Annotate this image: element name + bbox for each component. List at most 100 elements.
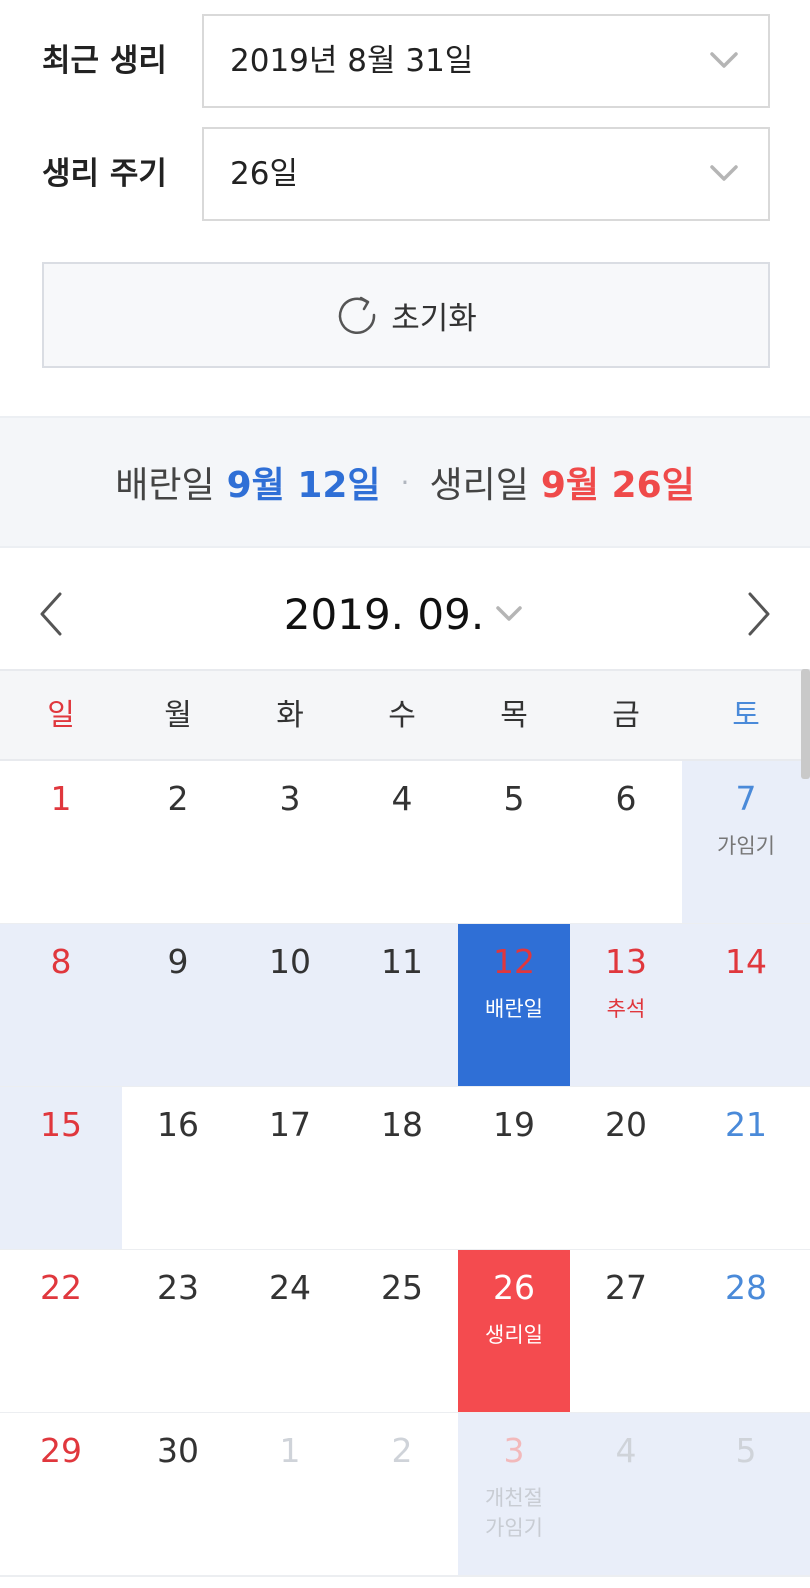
calendar-day-cell[interactable]: 5 xyxy=(458,761,570,925)
calendar-day-cell[interactable]: 3 개천절 가임기 xyxy=(458,1413,570,1577)
cycle-row: 생리 주기 26일 xyxy=(0,127,810,221)
day-number: 3 xyxy=(503,1431,525,1470)
day-number: 11 xyxy=(381,942,423,981)
day-event-label: 개천절 가임기 xyxy=(485,1486,543,1540)
calendar-day-cell[interactable]: 15 xyxy=(0,1087,122,1251)
day-number: 27 xyxy=(605,1268,647,1307)
calendar-day-cell[interactable]: 2 xyxy=(122,761,234,925)
reset-button[interactable]: 초기화 xyxy=(42,262,770,368)
ovulation-label: 배란일 xyxy=(115,465,215,506)
prediction-summary: 배란일 9월 12일 · 생리일 9월 26일 xyxy=(0,416,810,548)
day-event-label: 생리일 xyxy=(485,1323,543,1347)
calendar-day-cell[interactable]: 4 xyxy=(346,761,458,925)
day-number: 23 xyxy=(157,1268,199,1307)
calendar-day-cell[interactable]: 26 생리일 xyxy=(458,1250,570,1414)
day-number: 2 xyxy=(391,1431,413,1470)
day-number: 25 xyxy=(381,1268,423,1307)
day-number: 14 xyxy=(725,942,767,981)
calendar-day-cell[interactable]: 23 xyxy=(122,1250,234,1414)
day-number: 9 xyxy=(167,942,189,981)
calendar-day-cell[interactable]: 14 xyxy=(682,924,810,1088)
day-number: 29 xyxy=(40,1431,82,1470)
reset-button-content: 초기화 xyxy=(44,264,768,366)
day-number: 26 xyxy=(493,1268,535,1307)
calendar-day-cell[interactable]: 4 xyxy=(570,1413,682,1577)
calendar-grid: 1 2 3 4 5 6 7 가임기 8 9 10 11 12 배란일 13 추석 14 15 16 17 18 19 20 2… xyxy=(0,761,810,1588)
cycle-select[interactable]: 26일 xyxy=(202,127,770,221)
period-date: 9월 26일 xyxy=(540,465,695,506)
day-number: 13 xyxy=(605,942,647,981)
calendar-day-cell[interactable]: 1 xyxy=(0,761,122,925)
calendar-day-cell[interactable]: 22 xyxy=(0,1250,122,1414)
weekday-label: 월 xyxy=(164,698,192,733)
month-selector[interactable]: 2019. 09. xyxy=(0,560,810,668)
cycle-label: 생리 주기 xyxy=(42,156,167,192)
calendar-day-cell[interactable]: 13 추석 xyxy=(570,924,682,1088)
calendar-day-cell[interactable]: 2 xyxy=(346,1413,458,1577)
calendar-day-cell[interactable]: 19 xyxy=(458,1087,570,1251)
calendar-day-cell[interactable]: 29 xyxy=(0,1413,122,1577)
calendar-day-cell[interactable]: 3 xyxy=(234,761,346,925)
day-number: 10 xyxy=(269,942,311,981)
recent-period-select[interactable]: 2019년 8월 31일 xyxy=(202,14,770,108)
day-number: 28 xyxy=(725,1268,767,1307)
day-number: 20 xyxy=(605,1105,647,1144)
weekday-label: 일 xyxy=(47,698,75,733)
summary-separator: · xyxy=(400,465,410,499)
day-number: 22 xyxy=(40,1268,82,1307)
day-event-label: 가임기 xyxy=(717,834,775,858)
calendar-day-cell[interactable]: 17 xyxy=(234,1087,346,1251)
calendar-day-cell[interactable]: 12 배란일 xyxy=(458,924,570,1088)
calendar-day-cell[interactable]: 30 xyxy=(122,1413,234,1577)
scrollbar[interactable] xyxy=(801,669,810,779)
weekday-label: 금 xyxy=(612,698,640,733)
day-number: 19 xyxy=(493,1105,535,1144)
calendar-day-cell[interactable]: 1 xyxy=(234,1413,346,1577)
chevron-down-icon xyxy=(710,165,738,181)
calendar-day-cell[interactable]: 5 xyxy=(682,1413,810,1577)
ovulation-date: 9월 12일 xyxy=(226,465,381,506)
day-number: 4 xyxy=(615,1431,637,1470)
calendar-day-cell[interactable]: 27 xyxy=(570,1250,682,1414)
weekday-label: 토 xyxy=(732,698,760,733)
calendar-day-cell[interactable]: 9 xyxy=(122,924,234,1088)
calendar-day-cell[interactable]: 10 xyxy=(234,924,346,1088)
calendar-day-cell[interactable]: 11 xyxy=(346,924,458,1088)
calendar-day-cell[interactable]: 16 xyxy=(122,1087,234,1251)
day-event-label: 배란일 xyxy=(485,997,543,1021)
chevron-down-icon xyxy=(710,52,738,68)
weekday-label: 목 xyxy=(500,698,528,733)
day-number: 7 xyxy=(735,779,757,818)
day-number: 16 xyxy=(157,1105,199,1144)
calendar-day-cell[interactable]: 8 xyxy=(0,924,122,1088)
cycle-value: 26일 xyxy=(230,156,298,192)
calendar-day-cell[interactable]: 7 가임기 xyxy=(682,761,810,925)
next-month-icon[interactable] xyxy=(736,588,780,640)
calendar-day-cell[interactable]: 21 xyxy=(682,1087,810,1251)
calendar-day-cell[interactable]: 28 xyxy=(682,1250,810,1414)
calendar-day-cell[interactable]: 6 xyxy=(570,761,682,925)
calendar-day-cell[interactable]: 20 xyxy=(570,1087,682,1251)
weekday-label: 화 xyxy=(276,698,304,733)
day-number: 1 xyxy=(279,1431,301,1470)
weekday-label: 수 xyxy=(388,698,416,733)
refresh-icon xyxy=(338,296,376,335)
reset-label: 초기화 xyxy=(391,300,477,337)
chevron-down-icon xyxy=(496,606,522,621)
calendar-day-cell[interactable]: 18 xyxy=(346,1087,458,1251)
day-number: 4 xyxy=(391,779,413,818)
calendar-day-cell[interactable]: 24 xyxy=(234,1250,346,1414)
day-number: 21 xyxy=(725,1105,767,1144)
month-navigation: 2019. 09. xyxy=(0,560,810,668)
day-number: 8 xyxy=(50,942,72,981)
recent-period-row: 최근 생리 2019년 8월 31일 xyxy=(0,14,810,108)
day-number: 2 xyxy=(167,779,189,818)
day-number: 5 xyxy=(503,779,525,818)
day-number: 18 xyxy=(381,1105,423,1144)
day-number: 30 xyxy=(157,1431,199,1470)
day-number: 5 xyxy=(735,1431,757,1470)
day-number: 6 xyxy=(615,779,637,818)
period-label: 생리일 xyxy=(429,465,529,506)
month-title: 2019. 09. xyxy=(283,589,485,639)
calendar-day-cell[interactable]: 25 xyxy=(346,1250,458,1414)
